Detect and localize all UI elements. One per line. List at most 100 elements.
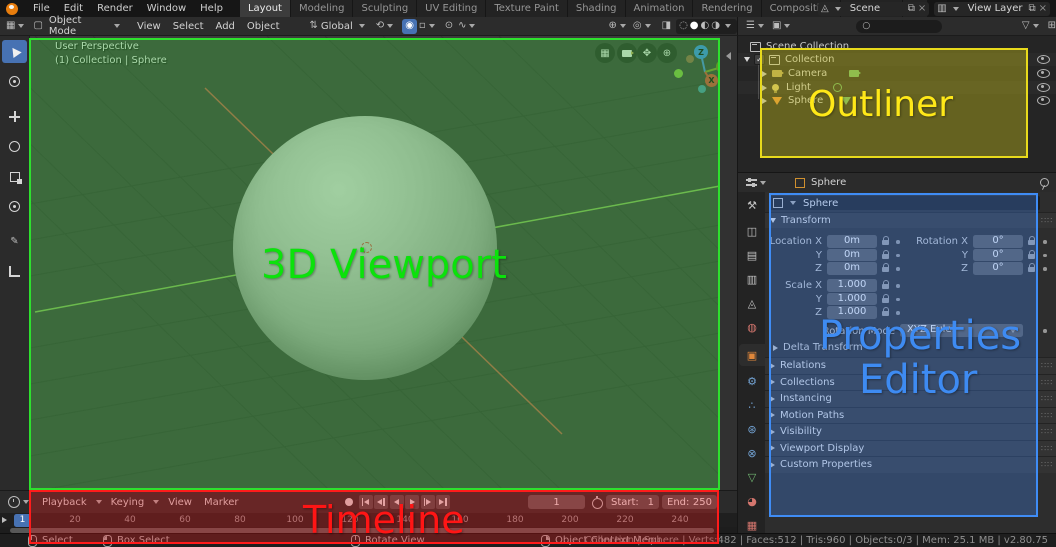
disclosure-open-icon[interactable] bbox=[744, 57, 750, 62]
shading-wireframe-icon[interactable]: ◌ bbox=[679, 21, 688, 31]
new-scene-icon[interactable]: ⧉ bbox=[908, 4, 915, 14]
outliner-row-collection[interactable]: ✓ Collection bbox=[738, 53, 1056, 66]
menu-keying[interactable]: Keying bbox=[105, 497, 151, 508]
new-view-layer-icon[interactable]: ⧉ bbox=[1028, 4, 1035, 14]
workspace-tab-rendering[interactable]: Rendering bbox=[693, 0, 761, 17]
rotation-y-field[interactable]: 0° bbox=[973, 249, 1023, 262]
editor-type-icon[interactable]: ▦ bbox=[6, 21, 15, 31]
view-layer-selector[interactable]: ▥ View Layer ⧉ × bbox=[934, 2, 1050, 16]
view-layer-name[interactable]: View Layer bbox=[965, 3, 1026, 14]
tab-view-layer[interactable]: ▥ bbox=[739, 268, 765, 290]
workspace-tab-shading[interactable]: Shading bbox=[568, 0, 626, 17]
shading-material-icon[interactable]: ◐ bbox=[701, 21, 710, 31]
drag-handle-icon[interactable]: ∷∷ bbox=[1041, 394, 1053, 403]
menu-view[interactable]: View bbox=[162, 497, 198, 508]
previous-keyframe-button[interactable] bbox=[374, 495, 388, 509]
outliner-row-scene-collection[interactable]: Scene Collection bbox=[738, 40, 1056, 53]
scale-z-field[interactable]: 1.000 bbox=[827, 306, 877, 319]
animate-dot-icon[interactable] bbox=[896, 267, 900, 271]
mode-dropdown[interactable]: Object Mode bbox=[43, 15, 111, 37]
menu-playback[interactable]: Playback bbox=[36, 497, 93, 508]
gizmo-z-axis[interactable]: Z bbox=[694, 45, 708, 59]
display-mode-icon[interactable]: ▣ bbox=[772, 21, 781, 31]
workspace-tab-texture-paint[interactable]: Texture Paint bbox=[486, 0, 568, 17]
location-x-field[interactable]: 0m bbox=[827, 235, 877, 248]
panel-visibility[interactable]: Visibility ∷∷ bbox=[765, 423, 1056, 440]
tab-constraints[interactable]: ⊗ bbox=[739, 442, 765, 464]
animate-dot-icon[interactable] bbox=[1043, 329, 1047, 333]
drag-handle-icon[interactable]: ∷∷ bbox=[1041, 411, 1053, 420]
workspace-tab-uv-editing[interactable]: UV Editing bbox=[417, 0, 486, 17]
drag-handle-icon[interactable]: ∷∷ bbox=[1041, 361, 1053, 370]
animate-dot-icon[interactable] bbox=[1043, 267, 1047, 271]
falloff-curve-icon[interactable]: ∿ bbox=[458, 21, 466, 31]
animate-dot-icon[interactable] bbox=[896, 298, 900, 302]
rotation-mode-dropdown[interactable]: XYZ Euler bbox=[900, 324, 1023, 337]
outliner-row-light[interactable]: Light bbox=[738, 81, 1056, 94]
tab-scene[interactable]: ◬ bbox=[739, 292, 765, 314]
workspace-tab-sculpting[interactable]: Sculpting bbox=[353, 0, 417, 17]
tab-render[interactable]: ◫ bbox=[739, 220, 765, 242]
lock-icon[interactable] bbox=[1028, 267, 1035, 272]
gizmo-toggle-icon[interactable]: ⊕ bbox=[608, 21, 616, 31]
snap-toggle[interactable]: ◉ bbox=[402, 19, 417, 34]
object-name-field[interactable]: Sphere bbox=[769, 196, 1040, 210]
tab-world[interactable]: ◍ bbox=[739, 316, 765, 338]
orientation-dropdown[interactable]: Global bbox=[318, 21, 356, 32]
tool-select-box[interactable] bbox=[2, 40, 27, 63]
drag-handle-icon[interactable]: ∷∷ bbox=[1041, 427, 1053, 436]
ortho-toggle-button[interactable]: ▦ bbox=[595, 43, 615, 63]
outliner-row-sphere[interactable]: Sphere bbox=[738, 94, 1056, 107]
eye-icon[interactable] bbox=[1037, 83, 1050, 92]
menu-object[interactable]: Object bbox=[241, 21, 286, 32]
timeline-editor-type-icon[interactable] bbox=[8, 496, 20, 508]
gizmo-minus-axis-dot[interactable] bbox=[698, 85, 706, 93]
lock-icon[interactable] bbox=[882, 267, 889, 272]
next-keyframe-button[interactable] bbox=[421, 495, 435, 509]
lock-icon[interactable] bbox=[882, 240, 889, 245]
drag-handle-icon[interactable]: ∷∷ bbox=[1041, 460, 1053, 469]
row-label[interactable]: Camera bbox=[788, 68, 827, 79]
pin-icon[interactable] bbox=[1040, 178, 1049, 187]
tab-modifiers[interactable]: ⚙ bbox=[739, 370, 765, 392]
timeline-ruler[interactable]: 1 20 40 60 80 100 120 140 160 180 200 22… bbox=[0, 513, 737, 527]
menu-view[interactable]: View bbox=[131, 21, 167, 32]
tool-rotate[interactable] bbox=[2, 135, 27, 158]
end-frame-field[interactable]: End: 250 bbox=[662, 495, 717, 509]
animate-dot-icon[interactable] bbox=[896, 284, 900, 288]
proportional-editing-icon[interactable]: ⊙ bbox=[445, 21, 453, 31]
tab-object[interactable]: ▣ bbox=[739, 344, 765, 366]
collection-checkbox[interactable]: ✓ bbox=[754, 54, 765, 65]
close-view-layer-icon[interactable]: × bbox=[1039, 4, 1047, 14]
disclosure-closed-icon[interactable] bbox=[762, 71, 767, 77]
panel-motion-paths[interactable]: Motion Paths ∷∷ bbox=[765, 407, 1056, 424]
tab-object-data[interactable]: ▽ bbox=[739, 466, 765, 488]
start-frame-field[interactable]: Start: 1 bbox=[606, 495, 659, 509]
play-reverse-button[interactable] bbox=[390, 495, 404, 509]
animate-dot-icon[interactable] bbox=[896, 254, 900, 258]
jump-to-end-button[interactable] bbox=[436, 495, 450, 509]
scale-y-field[interactable]: 1.000 bbox=[827, 293, 877, 306]
menu-marker[interactable]: Marker bbox=[198, 497, 245, 508]
menu-help[interactable]: Help bbox=[193, 0, 230, 17]
row-label[interactable]: Collection bbox=[785, 54, 834, 65]
viewport-canvas[interactable]: User Perspective (1) Collection | Sphere… bbox=[30, 36, 737, 490]
transform-panel-header[interactable]: Transform ∷∷ bbox=[765, 212, 1056, 228]
shading-rendered-icon[interactable]: ◑ bbox=[711, 21, 720, 31]
drag-handle-icon[interactable]: ∷∷ bbox=[1041, 444, 1053, 453]
scene-name[interactable]: Scene bbox=[847, 3, 905, 14]
gizmo-minus-axis-dot[interactable] bbox=[674, 69, 683, 78]
tab-particles[interactable]: ∴ bbox=[739, 394, 765, 416]
jump-to-start-button[interactable] bbox=[359, 495, 373, 509]
lock-icon[interactable] bbox=[882, 298, 889, 303]
tool-annotate[interactable]: ✎ bbox=[2, 230, 27, 253]
tool-move[interactable] bbox=[2, 105, 27, 128]
lock-icon[interactable] bbox=[882, 284, 889, 289]
animate-dot-icon[interactable] bbox=[896, 311, 900, 315]
current-frame-field[interactable]: 1 bbox=[528, 495, 585, 509]
outliner-search-input[interactable]: ○ bbox=[856, 20, 941, 33]
lock-icon[interactable] bbox=[882, 311, 889, 316]
animate-dot-icon[interactable] bbox=[1043, 254, 1047, 258]
workspace-tab-layout[interactable]: Layout bbox=[240, 0, 291, 17]
shading-solid-icon[interactable]: ● bbox=[690, 21, 699, 31]
